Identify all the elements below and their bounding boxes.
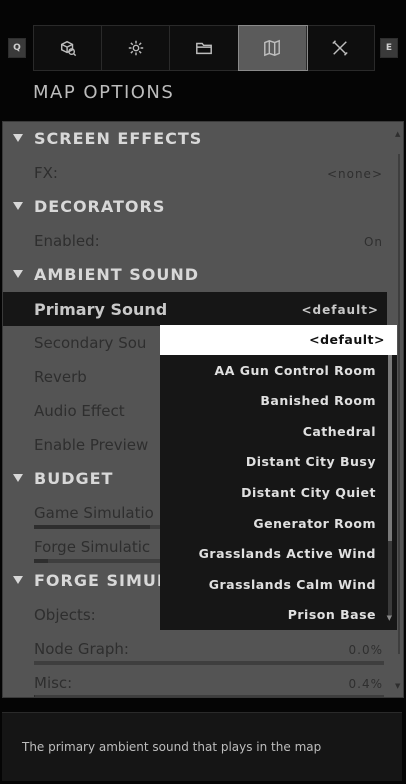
option-primary-sound[interactable]: Primary Sound <default> bbox=[3, 292, 387, 326]
node-graph-bar bbox=[34, 661, 384, 665]
gear-icon bbox=[128, 40, 143, 56]
misc-bar-fill bbox=[34, 695, 36, 697]
game-simulation-bar-fill bbox=[34, 525, 150, 529]
collapse-arrow-icon bbox=[13, 202, 23, 210]
tools-icon bbox=[332, 40, 349, 56]
dropdown-option[interactable]: Generator Room bbox=[160, 509, 388, 539]
option-decorators-enabled[interactable]: Enabled: On bbox=[3, 224, 391, 258]
scroll-down-arrow-icon[interactable]: ▼ bbox=[395, 682, 400, 690]
scroll-up-arrow-icon[interactable]: ▲ bbox=[395, 130, 400, 138]
tab-bar bbox=[33, 25, 375, 71]
dropdown-option[interactable]: Banished Room bbox=[160, 386, 388, 416]
section-decorators[interactable]: DECORATORS bbox=[3, 190, 391, 224]
previous-tab-key[interactable]: Q bbox=[8, 38, 26, 58]
dropdown-option[interactable]: Grasslands Active Wind bbox=[160, 539, 388, 569]
collapse-arrow-icon bbox=[13, 474, 23, 482]
section-screen-effects[interactable]: SCREEN EFFECTS bbox=[3, 122, 391, 156]
budget-misc: Misc: 0.4% bbox=[34, 674, 383, 692]
next-tab-key[interactable]: E bbox=[380, 38, 398, 58]
objects-search-icon bbox=[60, 40, 76, 57]
collapse-arrow-icon bbox=[13, 134, 23, 142]
option-description: The primary ambient sound that plays in … bbox=[22, 740, 322, 754]
dropdown-option[interactable]: Cathedral bbox=[160, 417, 388, 447]
option-fx[interactable]: FX: <none> bbox=[3, 156, 391, 190]
dropdown-option[interactable]: AA Gun Control Room bbox=[160, 356, 388, 386]
section-ambient-sound[interactable]: AMBIENT SOUND bbox=[3, 258, 391, 292]
tab-map[interactable] bbox=[237, 25, 308, 71]
dropdown-option[interactable]: Prison Base bbox=[160, 600, 388, 630]
dropdown-option[interactable]: <default> bbox=[160, 325, 397, 355]
tab-objects[interactable] bbox=[34, 26, 103, 70]
panel-scrollbar-thumb[interactable] bbox=[398, 154, 400, 654]
panel-scrollbar[interactable]: ▲ ▼ bbox=[395, 130, 401, 690]
tab-settings[interactable] bbox=[102, 26, 171, 70]
page-title: MAP OPTIONS bbox=[33, 82, 175, 103]
primary-sound-dropdown: ▼ <default> AA Gun Control Room Banished R… bbox=[160, 325, 397, 630]
misc-bar bbox=[34, 695, 384, 697]
folder-icon bbox=[196, 42, 212, 55]
dropdown-scrollbar-thumb[interactable] bbox=[388, 351, 392, 541]
dropdown-option[interactable]: Distant City Busy bbox=[160, 447, 388, 477]
dropdown-option[interactable]: Distant City Quiet bbox=[160, 478, 388, 508]
tab-tools[interactable] bbox=[307, 26, 374, 70]
map-icon bbox=[264, 39, 281, 57]
dropdown-scrollbar[interactable] bbox=[388, 351, 392, 616]
forge-simulation-bar-fill bbox=[34, 559, 48, 563]
collapse-arrow-icon bbox=[13, 576, 23, 584]
collapse-arrow-icon bbox=[13, 270, 23, 278]
description-footer: The primary ambient sound that plays in … bbox=[2, 712, 402, 781]
tab-files[interactable] bbox=[170, 26, 239, 70]
dropdown-option[interactable]: Grasslands Calm Wind bbox=[160, 570, 388, 600]
